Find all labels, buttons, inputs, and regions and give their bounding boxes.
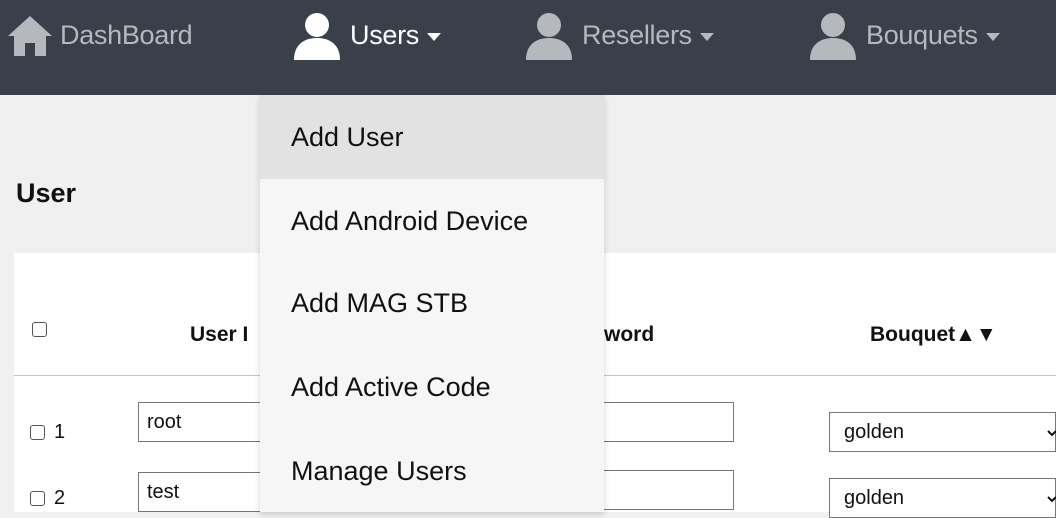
users-dropdown-menu: Add User Add Android Device Add MAG STB …	[260, 95, 604, 512]
nav-users-label: Users	[350, 19, 420, 50]
chevron-down-icon	[985, 32, 1000, 41]
row-number: 1	[54, 421, 66, 443]
bouquet-select[interactable]: golden	[829, 478, 1056, 518]
home-icon	[6, 14, 54, 56]
top-nav-bar: DashBoard Users Resellers Bouquets	[0, 0, 1056, 95]
bouquet-select-value: golden	[844, 420, 905, 443]
menu-item-add-mag-stb[interactable]: Add MAG STB	[260, 261, 604, 345]
menu-item-add-active-code[interactable]: Add Active Code	[260, 345, 604, 429]
chevron-down-icon	[1047, 487, 1056, 503]
nav-users[interactable]: Users	[292, 0, 442, 70]
menu-item-add-android-device[interactable]: Add Android Device	[260, 179, 604, 263]
user-icon	[808, 10, 858, 60]
select-all-checkbox[interactable]	[32, 322, 47, 337]
menu-item-manage-users[interactable]: Manage Users	[260, 429, 604, 513]
nav-bouquets-label: Bouquets	[866, 19, 978, 50]
nav-resellers-label: Resellers	[582, 19, 692, 50]
password-input[interactable]	[584, 470, 734, 510]
password-input[interactable]	[584, 402, 734, 442]
nav-bouquets[interactable]: Bouquets	[808, 0, 1000, 70]
column-header-user[interactable]: User I	[190, 323, 248, 347]
chevron-down-icon	[699, 32, 714, 41]
column-header-bouquet[interactable]: Bouquet▲▼	[870, 323, 997, 347]
nav-dashboard-label: DashBoard	[60, 19, 193, 50]
row-number: 2	[54, 487, 66, 509]
user-icon	[292, 10, 342, 60]
chevron-down-icon	[427, 32, 442, 41]
page-title: User	[16, 178, 77, 208]
chevron-down-icon	[1047, 421, 1056, 437]
row-checkbox[interactable]	[30, 425, 45, 440]
user-icon	[524, 10, 574, 60]
nav-resellers[interactable]: Resellers	[524, 0, 714, 70]
bouquet-select-value: golden	[844, 486, 905, 509]
row-checkbox[interactable]	[30, 491, 45, 506]
menu-item-add-user[interactable]: Add User	[260, 95, 604, 179]
nav-dashboard[interactable]: DashBoard	[6, 0, 193, 70]
bouquet-select[interactable]: golden	[829, 412, 1056, 452]
column-header-password[interactable]: word	[604, 323, 654, 347]
